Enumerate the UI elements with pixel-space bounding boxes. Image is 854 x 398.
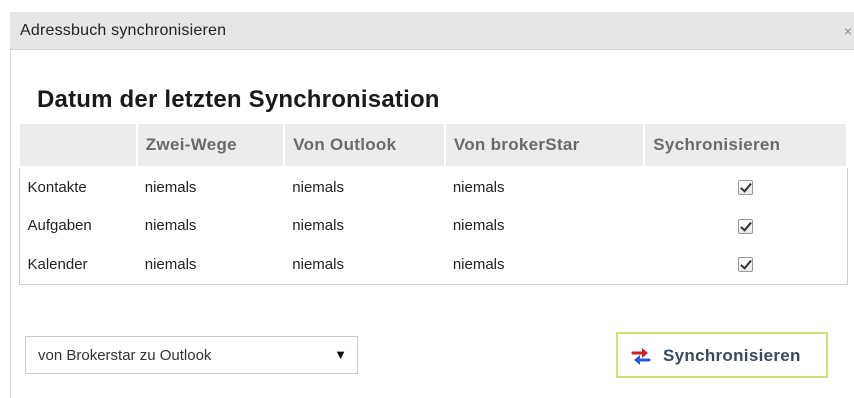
dialog-titlebar: Adressbuch synchronisieren × [10,12,854,50]
sync-status-table: Zwei-Wege Von Outlook Von brokerStar Syc… [18,122,848,285]
close-icon[interactable]: × [844,23,852,39]
table-row: Kontakte niemals niemals niemals [19,167,847,206]
cell-two-way: niemals [144,255,197,273]
cell-from-outlook: niemals [292,178,344,196]
table-row: Aufgaben niemals niemals niemals [19,206,847,245]
cell-from-outlook: niemals [292,217,344,234]
header-from-outlook: Von Outlook [283,122,446,168]
page-title: Datum der letzten Synchronisation [37,86,440,113]
sync-dialog: Adressbuch synchronisieren × Datum der l… [0,0,854,398]
sync-direction-select[interactable]: von Brokerstar zu Outlook ▼ [25,336,358,374]
synchronize-button-label: Synchronisieren [663,346,801,365]
sync-contacts-checkbox[interactable] [737,180,753,196]
cell-sync [644,167,847,206]
row-label-calendar: Kalender [27,255,88,273]
cell-from-outlook: niemals [292,255,344,273]
row-label-tasks: Aufgaben [27,217,92,234]
dialog-title: Adressbuch synchronisieren [20,22,227,39]
cell-two-way: niemals [144,217,197,234]
table-header-row: Zwei-Wege Von Outlook Von brokerStar Syc… [18,122,848,168]
cell-from-brokerstar: niemals [452,178,505,196]
table-row: Kalender niemals niemals niemals [19,245,847,284]
row-label-contacts: Kontakte [27,178,87,196]
cell-two-way: niemals [144,178,197,196]
chevron-down-icon: ▼ [334,347,347,362]
header-synchronize: Sychronisieren [643,122,848,168]
header-empty [18,122,138,168]
dialog-left-border [10,50,11,398]
select-value: von Brokerstar zu Outlook [38,347,212,364]
synchronize-button[interactable]: Synchronisieren [616,332,828,378]
cell-from-brokerstar: niemals [452,217,505,234]
cell-from-brokerstar: niemals [452,255,505,273]
sync-arrows-icon [631,348,651,365]
sync-tasks-checkbox[interactable] [737,218,753,234]
cell-sync [644,206,847,245]
header-from-brokerstar: Von brokerStar [443,122,646,168]
sync-calendar-checkbox[interactable] [737,257,753,273]
header-two-way: Zwei-Wege [135,122,286,168]
cell-sync [644,245,847,284]
